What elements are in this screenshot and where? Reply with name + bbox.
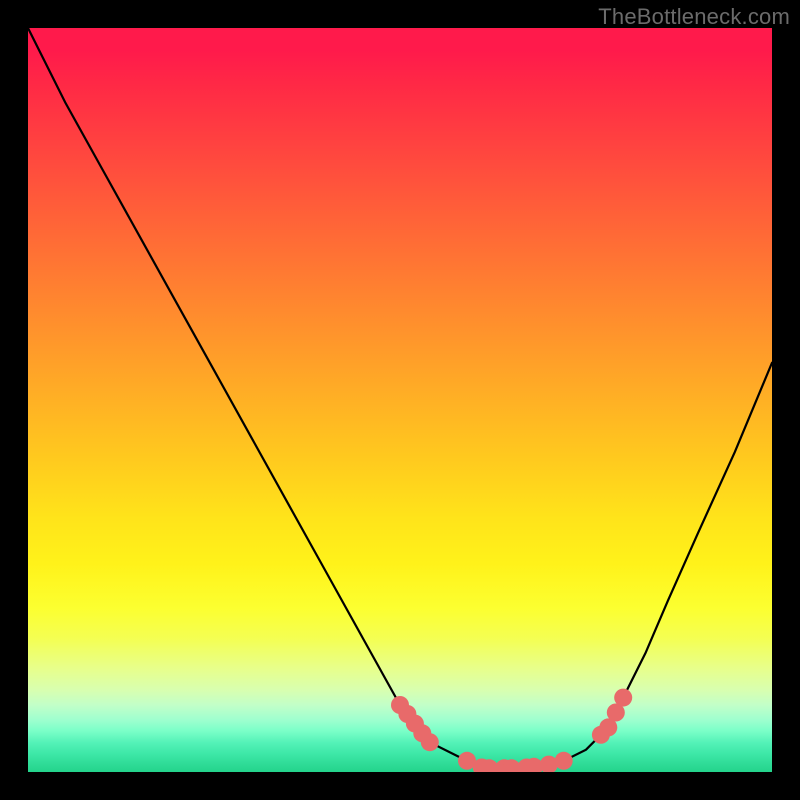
bottleneck-curve: [28, 28, 772, 768]
curve-marker: [555, 752, 573, 770]
watermark-text: TheBottleneck.com: [598, 4, 790, 30]
chart-svg: [28, 28, 772, 772]
curve-marker: [421, 733, 439, 751]
curve-markers: [391, 689, 632, 772]
curve-marker: [614, 689, 632, 707]
plot-area: [28, 28, 772, 772]
chart-frame: TheBottleneck.com: [0, 0, 800, 800]
curve-marker: [540, 756, 558, 772]
